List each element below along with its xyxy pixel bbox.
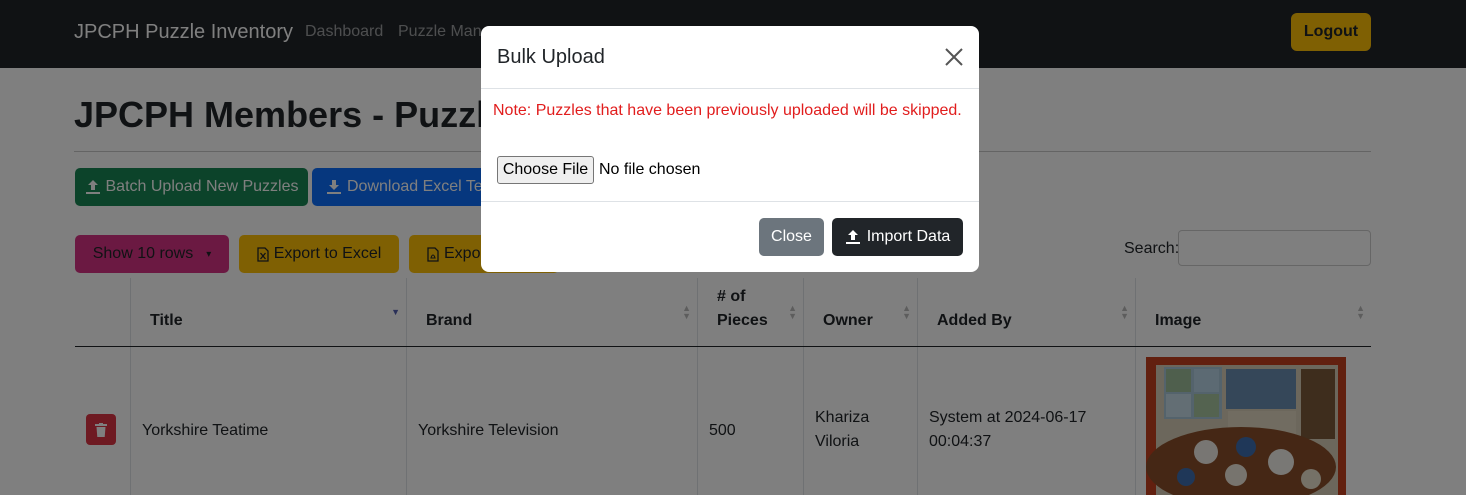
modal-footer-divider <box>481 201 979 202</box>
upload-icon <box>845 230 860 244</box>
import-data-button[interactable]: Import Data <box>832 218 963 256</box>
modal-header-divider <box>481 88 979 89</box>
close-icon <box>945 48 963 66</box>
modal-note: Note: Puzzles that have been previously … <box>493 102 962 119</box>
import-data-label: Import Data <box>866 228 951 245</box>
modal-close-x-button[interactable] <box>941 44 967 70</box>
choose-file-button[interactable]: Choose File <box>497 156 594 184</box>
modal-title: Bulk Upload <box>497 46 605 68</box>
bulk-upload-modal: Bulk Upload Note: Puzzles that have been… <box>481 26 979 272</box>
file-status: No file chosen <box>599 161 701 178</box>
close-button[interactable]: Close <box>759 218 824 256</box>
